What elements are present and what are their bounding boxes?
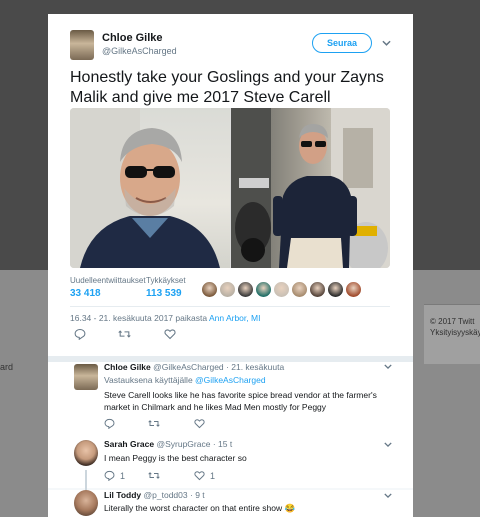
retweet-icon[interactable] <box>148 418 160 429</box>
reply-author-handle[interactable]: @p_todd03 <box>144 490 188 500</box>
thread-connector <box>85 470 87 492</box>
like-icon[interactable] <box>164 328 176 340</box>
reply-header: Lil Toddy @p_todd03 · 9 t <box>104 490 205 500</box>
likes-stat[interactable]: Tykkäykset 113 539 <box>146 276 186 299</box>
tweet-media[interactable] <box>70 108 390 268</box>
liker-avatar[interactable] <box>220 282 235 297</box>
follow-button[interactable]: Seuraa <box>312 33 372 53</box>
author-handle[interactable]: @GilkeAsCharged <box>102 46 177 56</box>
reply-context: Vastauksena käyttäjälle @GilkeAsCharged <box>104 375 266 385</box>
photo-steve-carell-closeup[interactable] <box>70 108 230 268</box>
retweet-icon[interactable] <box>118 328 131 340</box>
liker-avatar[interactable] <box>346 282 361 297</box>
reply-author-name[interactable]: Chloe Gilke <box>104 362 151 372</box>
like-icon[interactable] <box>194 418 205 429</box>
tweet-text: Honestly take your Goslings and your Zay… <box>70 69 384 106</box>
reply-icon[interactable] <box>104 418 115 429</box>
backdrop-footer: © 2017 Twitt Yksityisyyskäy <box>430 316 480 338</box>
tweet-timestamp: 16.34 - 21. kesäkuuta 2017 paikasta Ann … <box>70 313 260 323</box>
reply-icon[interactable]: 1 <box>104 470 125 481</box>
reply-avatar[interactable] <box>74 364 98 390</box>
chevron-down-icon[interactable] <box>384 362 392 371</box>
liker-avatar[interactable] <box>238 282 253 297</box>
footer-copyright: © 2017 Twitt <box>430 317 475 326</box>
liker-avatar[interactable] <box>310 282 325 297</box>
like-count: 1 <box>210 470 216 481</box>
backdrop-left-text: ard <box>0 362 14 372</box>
divider <box>70 306 390 307</box>
reply-item[interactable]: Lil Toddy @p_todd03 · 9 t Literally the … <box>48 490 413 517</box>
reply-author-handle[interactable]: @SyrupGrace <box>156 439 210 449</box>
chevron-down-icon[interactable] <box>384 491 392 500</box>
reply-text: Literally the worst character on that en… <box>104 503 296 513</box>
chevron-down-icon[interactable] <box>384 440 392 449</box>
reply-text: Steve Carell looks like he has favorite … <box>104 390 377 412</box>
reply-header: Sarah Grace @SyrupGrace · 15 t <box>104 439 232 449</box>
reply-text: I mean Peggy is the best character so <box>104 453 247 463</box>
liker-avatar[interactable] <box>292 282 307 297</box>
author-avatar[interactable] <box>70 30 94 60</box>
footer-privacy-link[interactable]: Yksityisyyskäy <box>430 327 480 338</box>
like-icon[interactable]: 1 <box>194 470 215 481</box>
tweet-modal: Chloe Gilke @GilkeAsCharged Seuraa Hones… <box>48 14 413 517</box>
reply-author-handle[interactable]: @GilkeAsCharged <box>153 362 224 372</box>
reply-to-prefix: Vastauksena käyttäjälle <box>104 375 196 385</box>
author-name[interactable]: Chloe Gilke <box>102 32 163 44</box>
likes-label: Tykkäykset <box>146 276 186 285</box>
retweets-label: Uudelleentwiittaukset <box>70 276 146 285</box>
reply-time[interactable]: · 21. kesäkuuta <box>226 362 284 372</box>
tweet-time[interactable]: 16.34 - 21. kesäkuuta 2017 paikasta <box>70 313 209 323</box>
liker-avatar[interactable] <box>202 282 217 297</box>
reply-header: Chloe Gilke @GilkeAsCharged · 21. kesäku… <box>104 362 284 372</box>
reply-time[interactable]: · 15 t <box>213 439 232 449</box>
reply-count: 1 <box>120 470 126 481</box>
reply-author-name[interactable]: Lil Toddy <box>104 490 141 500</box>
liker-avatar[interactable] <box>274 282 289 297</box>
liker-avatar[interactable] <box>256 282 271 297</box>
retweets-stat[interactable]: Uudelleentwiittaukset 33 418 <box>70 276 146 299</box>
retweets-count: 33 418 <box>70 288 101 299</box>
reply-time[interactable]: · 9 t <box>190 490 205 500</box>
liker-avatar[interactable] <box>328 282 343 297</box>
retweet-icon[interactable] <box>148 470 160 481</box>
reply-item[interactable]: Sarah Grace @SyrupGrace · 15 t I mean Pe… <box>48 434 413 488</box>
reply-icon[interactable] <box>74 328 86 340</box>
reply-avatar[interactable] <box>74 490 98 516</box>
chevron-down-icon[interactable] <box>382 38 391 48</box>
reply-avatar[interactable] <box>74 440 98 466</box>
reply-to-mention[interactable]: @GilkeAsCharged <box>195 375 266 385</box>
tweet-location[interactable]: Ann Arbor, MI <box>209 313 261 323</box>
photo-steve-carell-street[interactable] <box>231 108 390 268</box>
likes-count: 113 539 <box>146 288 182 299</box>
reply-author-name[interactable]: Sarah Grace <box>104 439 154 449</box>
